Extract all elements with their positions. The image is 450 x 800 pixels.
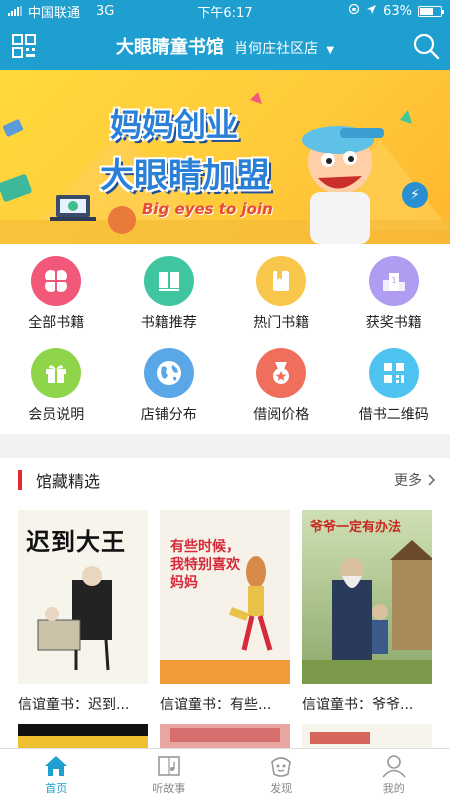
menu-qrcode[interactable]: 借书二维码 <box>338 342 450 434</box>
tab-discover[interactable]: 发现 <box>225 749 338 800</box>
store-name: 肖何庄社区店 <box>234 41 319 57</box>
tab-home[interactable]: 首页 <box>0 749 113 800</box>
menu-award[interactable]: 1 获奖书籍 <box>338 250 450 342</box>
carrier-text: 中国联通 <box>28 5 81 21</box>
search-icon <box>413 33 440 60</box>
search-button[interactable] <box>402 22 450 70</box>
tab-label: 我的 <box>382 781 405 795</box>
top-navbar: 大眼睛童书馆 肖何庄社区店 ▼ <box>0 22 450 70</box>
featured-section-header: 馆藏精选 更多 <box>0 458 450 502</box>
banner-headline-2: 大眼睛加盟 <box>100 156 270 196</box>
globe-icon <box>143 348 194 398</box>
svg-text:1: 1 <box>391 276 396 285</box>
user-icon <box>382 754 406 778</box>
promo-banner[interactable]: ⚡ 妈妈创业 大眼睛加盟 Big eyes to join <box>0 70 450 244</box>
svg-text:⚡: ⚡ <box>410 187 420 203</box>
book-title: 信谊童书：爷爷... <box>302 697 414 713</box>
book-title: 信谊童书：迟到... <box>18 697 130 713</box>
menu-label: 借书二维码 <box>358 407 429 423</box>
bottom-tabbar: 首页 听故事 发现 我的 <box>0 748 450 800</box>
menu-label: 热门书籍 <box>253 315 310 331</box>
menu-label: 会员说明 <box>28 407 85 423</box>
book-icon <box>143 256 194 306</box>
section-accent-bar <box>18 470 22 490</box>
category-menu: 全部书籍 书籍推荐 热门书籍 1 获奖书籍 会员说明 店铺分布 借阅价格 借书二… <box>0 244 450 434</box>
battery-icon <box>418 5 444 17</box>
menu-label: 书籍推荐 <box>140 315 197 331</box>
battery-text: 63% <box>383 3 412 19</box>
podium-icon: 1 <box>368 256 419 306</box>
chevron-right-icon <box>428 474 436 486</box>
gift-icon <box>31 348 82 398</box>
menu-stores[interactable]: 店铺分布 <box>113 342 226 434</box>
tab-label: 首页 <box>45 781 68 795</box>
caret-down-icon: ▼ <box>326 45 335 56</box>
book-cover-partial[interactable] <box>18 724 148 750</box>
menu-all-books[interactable]: 全部书籍 <box>0 250 113 342</box>
store-selector[interactable]: 大眼睛童书馆 肖何庄社区店 ▼ <box>48 33 402 59</box>
book-card[interactable]: 爷爷一定有办法 信谊童书：爷爷... <box>302 510 432 714</box>
signal-icon <box>8 6 22 16</box>
tab-stories[interactable]: 听故事 <box>113 749 226 800</box>
menu-popular[interactable]: 热门书籍 <box>225 250 338 342</box>
menu-label: 获奖书籍 <box>365 315 422 331</box>
status-bar: 中国联通 3G 下午6:17 63% <box>0 0 450 22</box>
book-cover: 迟到大王 <box>18 510 148 684</box>
tab-mine[interactable]: 我的 <box>338 749 450 800</box>
book-cover-partial[interactable] <box>160 724 290 750</box>
book-title: 信谊童书：有些... <box>160 697 272 713</box>
book-cover: 爷爷一定有办法 <box>302 510 432 684</box>
location-icon <box>366 4 377 19</box>
more-link[interactable]: 更多 <box>394 470 436 490</box>
medal-icon <box>256 348 307 398</box>
menu-label: 借阅价格 <box>253 407 310 423</box>
book-list: 迟到大王 信谊童书：迟到... 有些时候，我特别喜欢妈妈 信谊童书：有些... … <box>0 502 450 750</box>
book-card[interactable]: 有些时候，我特别喜欢妈妈 信谊童书：有些... <box>160 510 290 714</box>
menu-label: 店铺分布 <box>140 407 197 423</box>
book-cover: 有些时候，我特别喜欢妈妈 <box>160 510 290 684</box>
book-cover-partial[interactable] <box>302 724 432 750</box>
rotation-lock-icon <box>348 3 360 19</box>
menu-price[interactable]: 借阅价格 <box>225 342 338 434</box>
section-title: 馆藏精选 <box>36 472 101 491</box>
scan-button[interactable] <box>0 22 48 70</box>
more-label: 更多 <box>394 473 422 489</box>
qrcode-icon <box>368 348 419 398</box>
menu-recommended[interactable]: 书籍推荐 <box>113 250 226 342</box>
tab-label: 发现 <box>270 781 293 795</box>
music-book-icon <box>157 755 180 776</box>
clock-text: 下午6:17 <box>197 5 253 21</box>
bookmark-icon <box>256 256 307 306</box>
menu-membership[interactable]: 会员说明 <box>0 342 113 434</box>
menu-label: 全部书籍 <box>28 315 85 331</box>
discover-icon <box>271 756 292 777</box>
book-card[interactable]: 迟到大王 信谊童书：迟到... <box>18 510 148 714</box>
network-text: 3G <box>96 3 115 19</box>
tab-label: 听故事 <box>152 781 186 795</box>
clover-icon <box>31 256 82 306</box>
scan-icon <box>12 34 36 58</box>
banner-headline-1: 妈妈创业 <box>110 106 239 144</box>
app-title: 大眼睛童书馆 <box>115 37 224 58</box>
banner-subtitle: Big eyes to join <box>142 200 273 218</box>
home-icon <box>45 755 68 776</box>
